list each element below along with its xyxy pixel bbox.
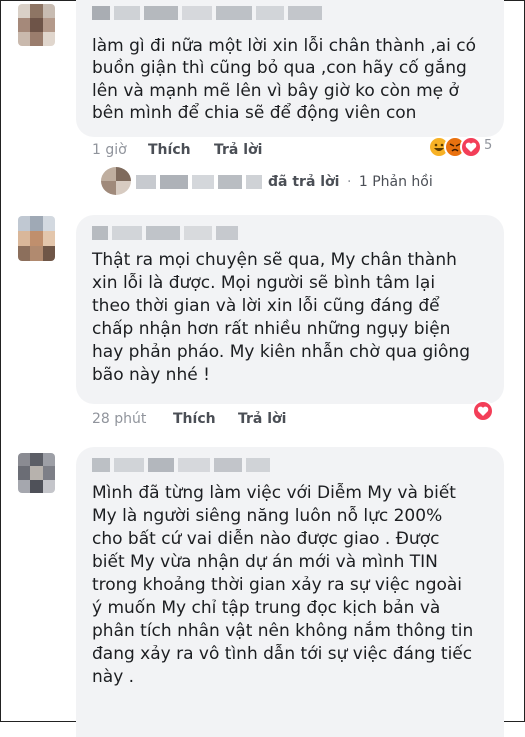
love-icon: [472, 400, 494, 422]
comment-text-line: bên mình để chia sẽ để động viên con: [92, 103, 417, 123]
comment-text-line: chấp nhận hơn rất nhiều những ngụy biện: [92, 319, 451, 339]
comment-text-line: hay phản pháo. My kiên nhẫn chờ qua giôn…: [92, 342, 470, 362]
comment-text-line: làm gì đi nữa một lời xin lỗi chân thành…: [92, 36, 477, 56]
reply-button[interactable]: Trả lời: [238, 411, 286, 427]
avatar[interactable]: [18, 216, 55, 261]
comment-text-line: này .: [92, 667, 135, 687]
comment-timestamp[interactable]: 1 giờ: [92, 142, 127, 158]
comment-text-line: phân tích nhân vật nên không nắm thông t…: [92, 621, 474, 641]
comment-text-line: bão này nhé !: [92, 365, 210, 385]
reply-author-name[interactable]: [136, 175, 262, 189]
reply-button[interactable]: Trả lời: [214, 142, 262, 158]
comment-text-line: xin lỗi là được. Mọi người sẽ bình tâm l…: [92, 273, 436, 293]
love-icon: [460, 136, 482, 158]
comment-text-line: trong khoảng thời gian xảy ra sự việc ng…: [92, 575, 463, 595]
reply-action: đã trả lời: [268, 174, 340, 190]
comment-text-line: biết My vừa nhận dự án mới và mình TIN: [92, 552, 438, 572]
reply-summary-text[interactable]: đã trả lời · 1 Phản hồi: [268, 174, 433, 190]
reaction-count: 5: [484, 138, 493, 153]
comment-text-line: Thật ra mọi chuyện sẽ qua, My chân thành: [92, 250, 457, 270]
comment-text-line: ý muốn My chỉ tập trung đọc kịch bản và: [92, 598, 441, 618]
avatar[interactable]: [18, 453, 55, 493]
reaction-summary[interactable]: [472, 400, 498, 424]
commenter-name[interactable]: [92, 226, 238, 240]
comment-timestamp[interactable]: 28 phút: [92, 411, 146, 427]
commenter-name[interactable]: [92, 458, 270, 472]
reply-count: 1 Phản hồi: [358, 174, 433, 190]
commenter-name[interactable]: [92, 6, 322, 20]
like-button[interactable]: Thích: [173, 411, 216, 427]
avatar[interactable]: [18, 4, 55, 46]
comment-text-line: My là người siêng năng luôn nỗ lực 200%: [92, 506, 443, 526]
reply-avatar[interactable]: [101, 167, 131, 195]
comment-text-line: theo thời gian và lời xin lỗi cũng đáng …: [92, 296, 440, 316]
reply-separator: ·: [346, 174, 352, 190]
comment-text-line: đang xảy ra vô tình dẫn tới sự việc đáng…: [92, 644, 473, 664]
comment-text-line: cho bất cứ vai diễn nào được giao . Được: [92, 529, 440, 549]
comment-text-line: Mình đã từng làm việc với Diễm My và biế…: [92, 483, 456, 503]
like-button[interactable]: Thích: [148, 142, 191, 158]
comment-text-line: buồn giận thì cũng bỏ qua ,con hãy cố gắ…: [92, 58, 467, 78]
reaction-summary[interactable]: 5: [428, 136, 508, 160]
comment-text-line: lên và mạnh mẽ lên vì bây giờ ko còn mẹ …: [92, 81, 459, 101]
